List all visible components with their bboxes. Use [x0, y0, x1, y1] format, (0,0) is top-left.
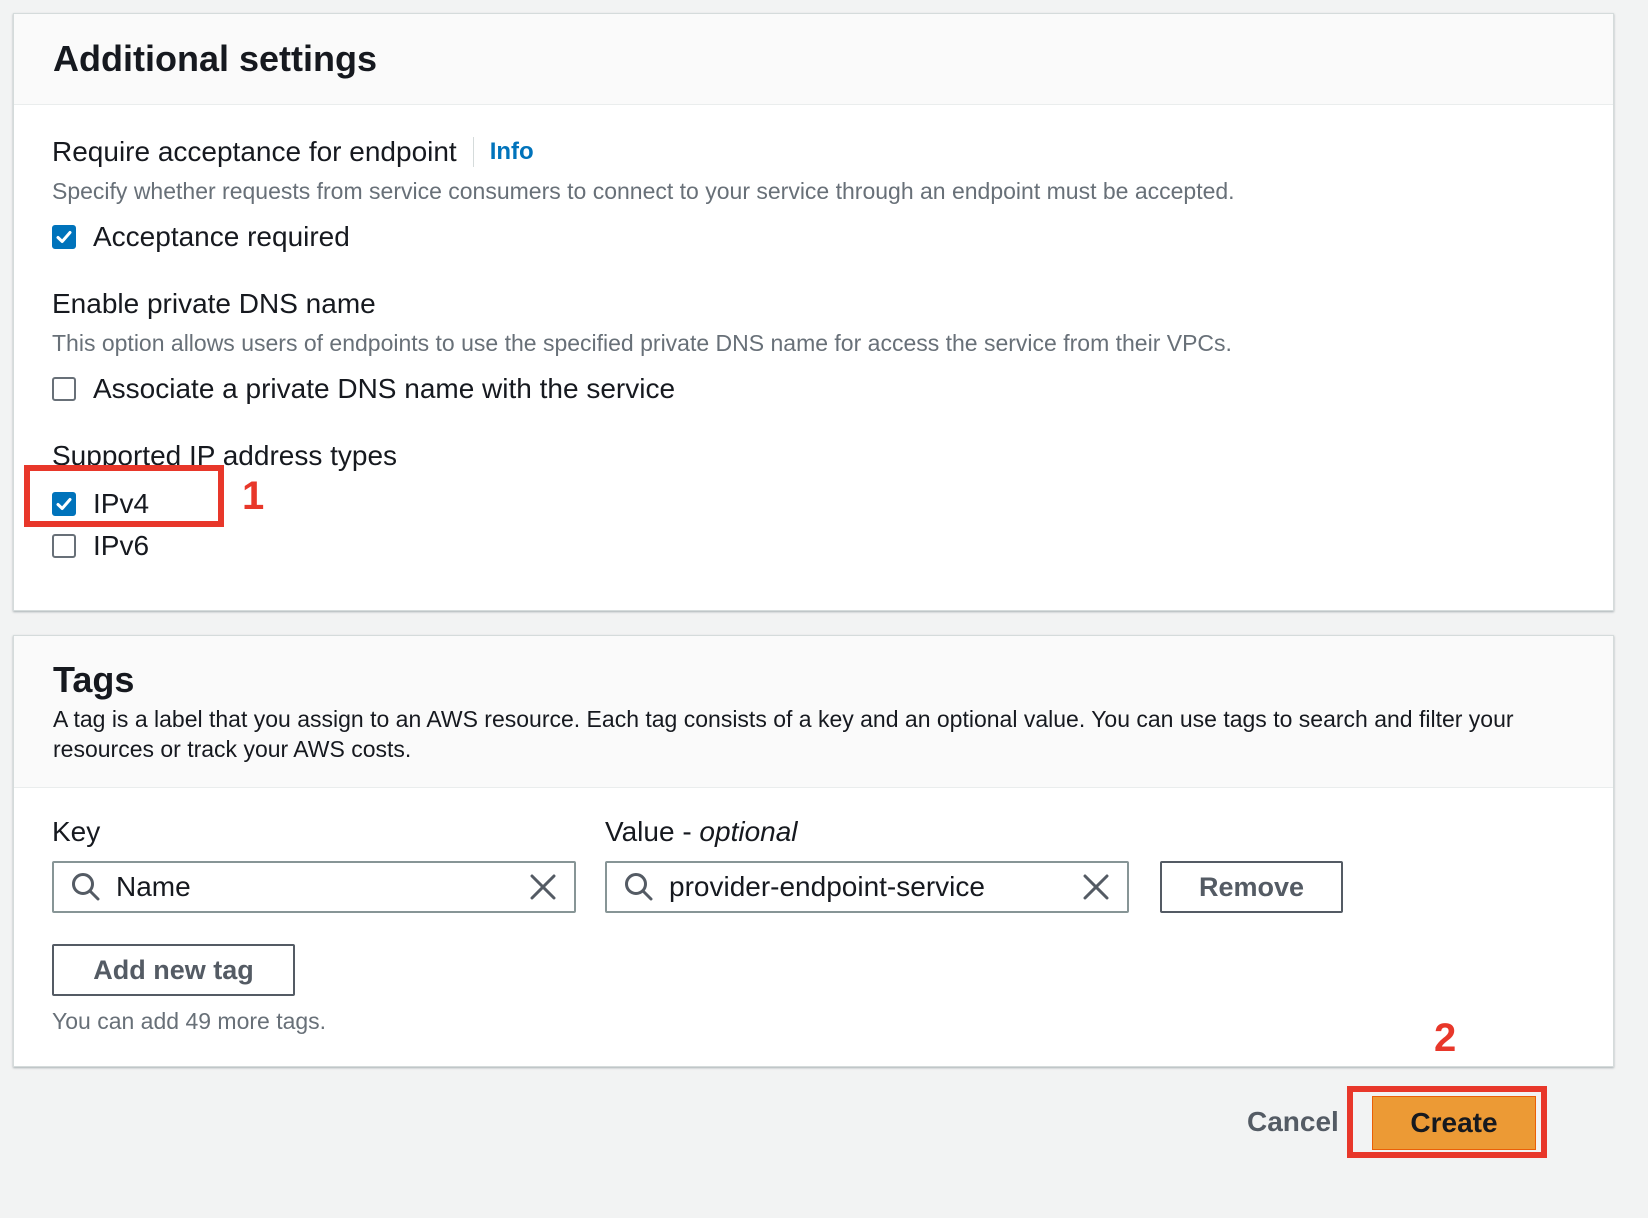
- tag-key-input[interactable]: Name: [52, 861, 576, 913]
- remove-tag-button[interactable]: Remove: [1160, 861, 1343, 913]
- clear-icon[interactable]: [528, 872, 558, 902]
- clear-icon[interactable]: [1081, 872, 1111, 902]
- tags-description: A tag is a label that you assign to an A…: [53, 706, 1514, 762]
- acceptance-description: Specify whether requests from service co…: [52, 178, 1235, 204]
- key-label: Key: [52, 816, 101, 847]
- annotation-number-2: 2: [1434, 1016, 1457, 1060]
- tag-value-input[interactable]: provider-endpoint-service: [605, 861, 1129, 913]
- acceptance-required-checkbox[interactable]: Acceptance required: [52, 219, 1235, 255]
- acceptance-required-label: Acceptance required: [93, 221, 350, 252]
- search-icon: [72, 873, 100, 901]
- info-divider: [472, 137, 474, 167]
- tag-key-value: Name: [116, 871, 191, 902]
- checkbox-checked-icon[interactable]: [52, 225, 76, 249]
- private-dns-checkbox-label: Associate a private DNS name with the se…: [93, 373, 676, 404]
- value-label: Value - optional: [605, 816, 798, 848]
- checkbox-unchecked-icon[interactable]: [52, 377, 76, 401]
- tags-header: Tags A tag is a label that you assign to…: [14, 636, 1613, 788]
- acceptance-field: Require acceptance for endpoint Info Spe…: [52, 132, 1235, 255]
- annotation-number-1: 1: [242, 474, 265, 518]
- value-label-optional: optional: [699, 816, 798, 847]
- check-icon: [56, 231, 72, 243]
- private-dns-label: Enable private DNS name: [52, 288, 376, 319]
- value-label-text: Value -: [605, 816, 700, 847]
- additional-settings-title: Additional settings: [53, 38, 377, 79]
- search-icon: [625, 873, 653, 901]
- checkbox-unchecked-icon[interactable]: [52, 534, 76, 558]
- private-dns-checkbox[interactable]: Associate a private DNS name with the se…: [52, 371, 1232, 407]
- annotation-box-2: [1347, 1086, 1547, 1158]
- tags-title: Tags: [53, 659, 135, 700]
- add-new-tag-button[interactable]: Add new tag: [52, 944, 295, 996]
- tags-limit-text: You can add 49 more tags.: [52, 1008, 327, 1034]
- tags-panel: Tags A tag is a label that you assign to…: [13, 635, 1614, 1067]
- private-dns-description: This option allows users of endpoints to…: [52, 330, 1232, 356]
- tag-value-value: provider-endpoint-service: [669, 871, 985, 902]
- acceptance-label: Require acceptance for endpoint: [52, 136, 457, 167]
- additional-settings-panel: Additional settings Require acceptance f…: [13, 13, 1614, 611]
- cancel-button[interactable]: Cancel: [1247, 1106, 1339, 1138]
- ipv6-checkbox[interactable]: IPv6: [52, 528, 397, 564]
- private-dns-field: Enable private DNS name This option allo…: [52, 284, 1232, 407]
- ipv6-label: IPv6: [93, 530, 150, 561]
- info-link[interactable]: Info: [490, 138, 534, 166]
- additional-settings-header: Additional settings: [14, 14, 1613, 105]
- annotation-box-1: [24, 465, 224, 527]
